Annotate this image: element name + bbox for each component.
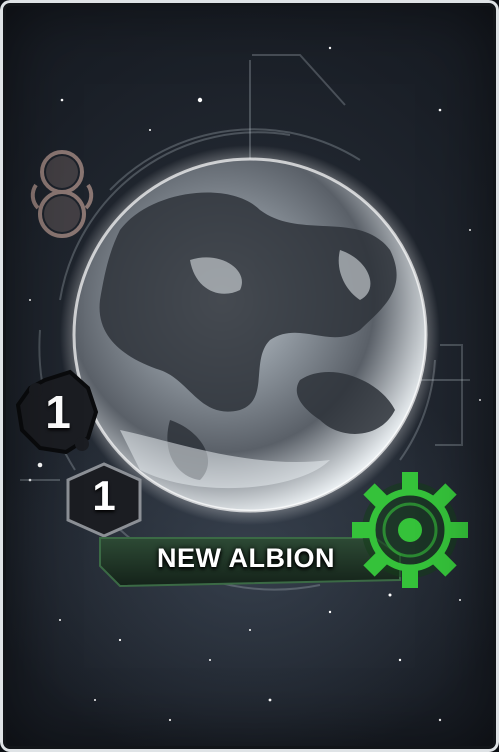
influence-value: 1 xyxy=(92,472,116,519)
resource-value: 1 xyxy=(45,386,71,438)
card-art xyxy=(15,46,481,722)
planet-card[interactable]: 1 1 NEW ALBION xyxy=(0,0,499,752)
planet-name: NEW ALBION xyxy=(157,543,335,573)
